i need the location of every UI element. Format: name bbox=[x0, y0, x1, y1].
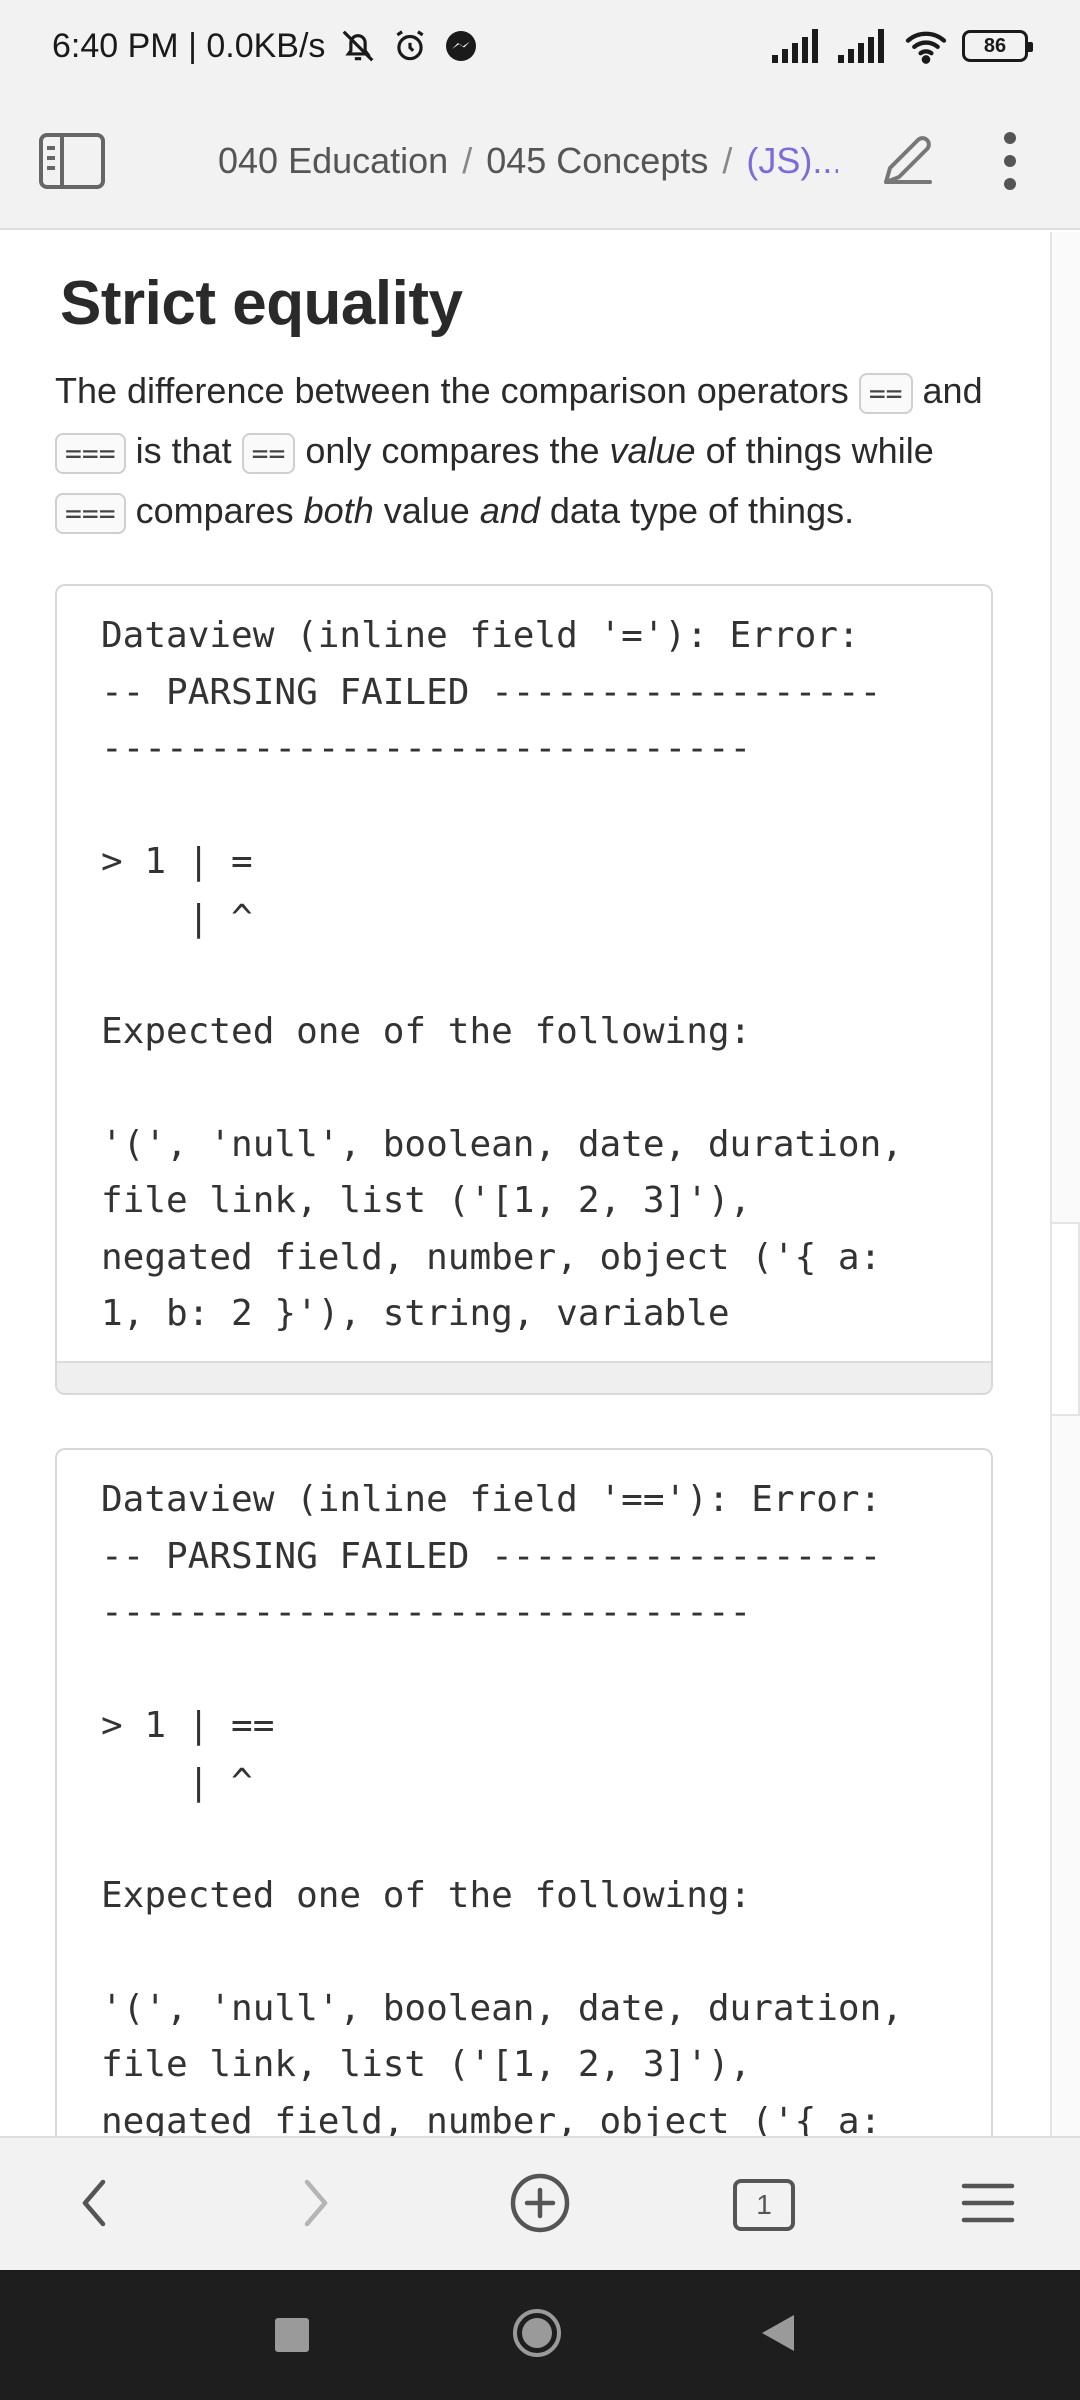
edit-button[interactable] bbox=[874, 130, 938, 194]
square-icon bbox=[275, 2318, 309, 2352]
note-paragraph: The difference between the comparison op… bbox=[55, 362, 1005, 542]
paragraph-text: The difference between the comparison op… bbox=[55, 370, 859, 411]
bell-muted-icon bbox=[339, 27, 377, 65]
more-options-button[interactable] bbox=[1000, 128, 1020, 194]
scrollbar-track[interactable] bbox=[1050, 232, 1080, 2136]
app-header: 040 Education / 045 Concepts / (JS)... bbox=[0, 92, 1080, 230]
status-left: 6:40 PM | 0.0KB/s bbox=[52, 27, 479, 66]
home-button[interactable] bbox=[477, 2270, 597, 2400]
bottom-toolbar: 1 bbox=[0, 2136, 1080, 2270]
chevron-left-icon bbox=[79, 2178, 109, 2233]
recent-apps-button[interactable] bbox=[232, 2270, 352, 2400]
system-back-button[interactable] bbox=[718, 2270, 838, 2400]
breadcrumb-separator: / bbox=[462, 140, 473, 181]
plus-circle-icon bbox=[509, 2172, 571, 2239]
status-bar: 6:40 PM | 0.0KB/s 86 bbox=[0, 0, 1080, 92]
dataview-error-footer bbox=[57, 1360, 991, 1393]
status-time-speed: 6:40 PM | 0.0KB/s bbox=[52, 26, 326, 65]
alarm-icon bbox=[391, 27, 429, 65]
note-heading: Strict equality bbox=[60, 269, 463, 338]
emphasis-text: both bbox=[303, 490, 374, 531]
paragraph-text: value bbox=[373, 490, 480, 531]
inline-code: == bbox=[858, 373, 913, 414]
circle-icon bbox=[511, 2307, 563, 2364]
forward-button[interactable] bbox=[256, 2138, 376, 2272]
status-right: 86 bbox=[772, 28, 1033, 64]
breadcrumb-item-current[interactable]: (JS)... bbox=[746, 140, 838, 182]
scrollbar-thumb[interactable] bbox=[1050, 1222, 1080, 1416]
hamburger-menu-icon bbox=[961, 2181, 1015, 2230]
dataview-error-block: Dataview (inline field '='): Error: -- P… bbox=[55, 584, 993, 1395]
breadcrumb-item-concepts[interactable]: 045 Concepts bbox=[486, 140, 708, 182]
breadcrumb-item-education[interactable]: 040 Education bbox=[218, 140, 448, 182]
paragraph-text: and bbox=[912, 370, 983, 411]
android-nav-bar bbox=[0, 2270, 1080, 2400]
messenger-icon bbox=[443, 28, 479, 64]
chevron-right-icon bbox=[301, 2178, 331, 2233]
signal-icon bbox=[772, 29, 824, 63]
emphasis-text: and bbox=[479, 490, 540, 531]
sidebar-toggle-button[interactable] bbox=[38, 132, 106, 190]
dataview-error-text: Dataview (inline field '=='): Error: -- … bbox=[101, 1479, 903, 2136]
paragraph-text: is that bbox=[125, 430, 242, 471]
emphasis-text: value bbox=[609, 430, 696, 471]
battery-icon: 86 bbox=[962, 30, 1033, 62]
signal-icon bbox=[838, 29, 890, 63]
tabs-button[interactable]: 1 bbox=[704, 2138, 824, 2272]
inline-code: === bbox=[55, 433, 126, 474]
note-content[interactable]: Strict equality The difference between t… bbox=[0, 232, 1050, 2136]
dataview-error-text: Dataview (inline field '='): Error: -- P… bbox=[101, 615, 903, 1334]
menu-button[interactable] bbox=[928, 2138, 1048, 2272]
dataview-error-block: Dataview (inline field '=='): Error: -- … bbox=[55, 1448, 993, 2136]
wifi-icon bbox=[904, 28, 948, 64]
back-button[interactable] bbox=[34, 2138, 154, 2272]
inline-code: == bbox=[241, 433, 296, 474]
breadcrumb: 040 Education / 045 Concepts / (JS)... bbox=[218, 92, 838, 230]
paragraph-text: compares bbox=[125, 490, 304, 531]
new-tab-button[interactable] bbox=[480, 2138, 600, 2272]
paragraph-text: data type of things. bbox=[539, 490, 855, 531]
tabs-icon: 1 bbox=[733, 2179, 795, 2231]
paragraph-text: of things while bbox=[695, 430, 934, 471]
inline-code: === bbox=[55, 493, 126, 534]
paragraph-text: only compares the bbox=[295, 430, 610, 471]
triangle-back-icon bbox=[760, 2313, 796, 2358]
breadcrumb-separator: / bbox=[722, 140, 733, 181]
